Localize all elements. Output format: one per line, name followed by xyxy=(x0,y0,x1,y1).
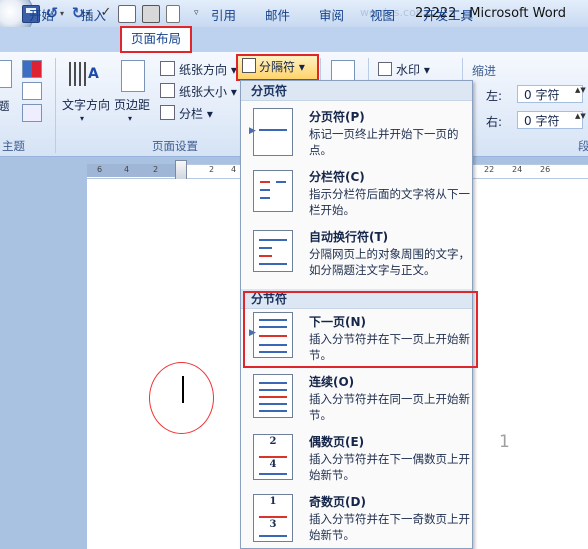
indent-left-input[interactable]: 0 字符 xyxy=(517,85,583,103)
chevron-down-icon[interactable]: ▾ xyxy=(80,114,84,123)
theme-effects-icon[interactable] xyxy=(22,104,42,122)
thumb-page-number: 2 xyxy=(269,436,277,447)
new-document-icon[interactable] xyxy=(166,5,180,23)
theme-fonts-icon[interactable] xyxy=(22,82,42,100)
ruler-number: 26 xyxy=(540,165,551,174)
chevron-down-icon: ▾ xyxy=(423,63,430,77)
menu-item-desc: 分隔网页上的对象周围的文字，如分隔题注文字与正文。 xyxy=(309,247,470,277)
menu-item-desc: 插入分节符并在同一页上开始新节。 xyxy=(309,392,470,422)
margins-icon[interactable] xyxy=(121,60,145,92)
column-break-icon xyxy=(253,170,293,212)
indent-right-input[interactable]: 0 字符 xyxy=(517,111,583,129)
group-label-themes: 主题 xyxy=(2,139,25,153)
ruler-number: 4 xyxy=(231,165,237,174)
svg-text:A: A xyxy=(88,66,99,82)
themes-icon[interactable] xyxy=(0,60,12,88)
indent-marker[interactable] xyxy=(175,160,187,180)
tab-home[interactable]: 开始 xyxy=(29,5,54,24)
tab-insert[interactable]: 插入 xyxy=(81,5,106,24)
indent-left-label: 左: xyxy=(486,89,503,103)
tab-review[interactable]: 审阅 xyxy=(319,5,344,24)
menu-section-page-breaks: 分页符 xyxy=(241,81,472,101)
indent-title: 缩进 xyxy=(472,64,497,78)
menu-item-column-break[interactable]: 分栏符(C) xyxy=(309,168,365,185)
print-icon[interactable] xyxy=(142,5,160,23)
text-direction-label[interactable]: 文字方向 xyxy=(62,96,110,113)
ruler-number: 4 xyxy=(124,165,130,174)
ruler-number: 6 xyxy=(97,165,103,174)
menu-item-continuous[interactable]: 连续(O) xyxy=(309,373,354,390)
breaks-icon xyxy=(242,58,256,73)
menu-item-desc: 插入分节符并在下一偶数页上开始新节。 xyxy=(309,452,470,482)
tab-references[interactable]: 引用 xyxy=(211,5,236,24)
chevron-down-icon: ▾ xyxy=(206,107,213,121)
ruler-number: 2 xyxy=(153,165,159,174)
ruler-number: 2 xyxy=(209,165,215,174)
watermark-button[interactable]: 水印 ▾ xyxy=(378,61,430,78)
breaks-button[interactable]: 分隔符 ▾ xyxy=(236,54,319,81)
theme-colors-icon[interactable] xyxy=(22,60,42,78)
tab-view[interactable]: 视图 xyxy=(370,5,395,24)
menu-item-text-wrapping[interactable]: 自动换行符(T) xyxy=(309,228,388,245)
paper-size-icon xyxy=(160,83,175,98)
menu-item-desc: 插入分节符并在下一奇数页上开始新节。 xyxy=(309,512,470,542)
arrow-icon: ▶ xyxy=(249,126,256,136)
orientation-icon xyxy=(160,61,175,76)
menu-item-desc: 指示分栏符后面的文字将从下一栏开始。 xyxy=(309,187,470,217)
size-button[interactable]: 纸张大小 ▾ xyxy=(160,83,237,100)
chevron-down-icon[interactable]: ▾ xyxy=(128,114,132,123)
watermark-label: 水印 xyxy=(396,63,421,77)
text-cursor xyxy=(182,376,184,403)
group-label-page-setup: 页面设置 xyxy=(152,139,198,153)
print-preview-icon[interactable] xyxy=(118,5,136,23)
highlight-next-page xyxy=(243,291,478,368)
watermark-icon xyxy=(378,62,392,76)
menu-item-even-page[interactable]: 偶数页(E) xyxy=(309,433,364,450)
columns-label: 分栏 xyxy=(179,107,204,121)
text-wrapping-icon xyxy=(253,230,293,272)
tab-page-layout[interactable]: 页面布局 xyxy=(120,26,192,53)
menu-item-page-break[interactable]: 分页符(P) xyxy=(309,108,365,125)
columns-icon xyxy=(160,105,175,120)
indent-left-spinner[interactable]: ▲▼ xyxy=(575,86,586,94)
text-direction-icon[interactable]: A xyxy=(66,58,100,92)
odd-page-icon: 1 3 xyxy=(253,494,293,542)
ruler-number: 24 xyxy=(512,165,523,174)
even-page-icon: 2 4 xyxy=(253,434,293,480)
columns-button[interactable]: 分栏 ▾ xyxy=(160,105,213,122)
thumb-page-number: 3 xyxy=(269,519,277,530)
group-label-paragraph: 段 xyxy=(578,139,588,153)
page-number: 1 xyxy=(499,432,510,452)
customize-toolbar-icon[interactable]: ▿ xyxy=(194,8,199,18)
thumb-page-number: 4 xyxy=(269,459,277,470)
continuous-icon xyxy=(253,374,293,418)
menu-item-odd-page[interactable]: 奇数页(D) xyxy=(309,493,366,510)
themes-label-fragment: 题 xyxy=(0,99,10,113)
chevron-down-icon: ▾ xyxy=(298,60,305,74)
ribbon-tab-row xyxy=(0,27,588,53)
undo-dropdown-icon[interactable]: ▾ xyxy=(60,9,64,18)
group-separator xyxy=(55,58,56,153)
ruler-number: 22 xyxy=(484,165,495,174)
size-label: 纸张大小 xyxy=(179,85,228,99)
margins-label[interactable]: 页边距 xyxy=(114,96,150,113)
chevron-down-icon: ▾ xyxy=(230,85,237,99)
tab-developer[interactable]: 开发工具 xyxy=(423,5,473,24)
breaks-label: 分隔符 xyxy=(259,60,296,74)
indent-right-label: 右: xyxy=(486,115,503,129)
thumb-page-number: 1 xyxy=(269,496,277,507)
orientation-label: 纸张方向 xyxy=(179,63,228,77)
orientation-button[interactable]: 纸张方向 ▾ xyxy=(160,61,237,78)
menu-item-desc: 标记一页终止并开始下一页的点。 xyxy=(309,127,459,157)
page-break-icon xyxy=(253,108,293,156)
tab-mailings[interactable]: 邮件 xyxy=(265,5,290,24)
indent-right-spinner[interactable]: ▲▼ xyxy=(575,112,586,120)
